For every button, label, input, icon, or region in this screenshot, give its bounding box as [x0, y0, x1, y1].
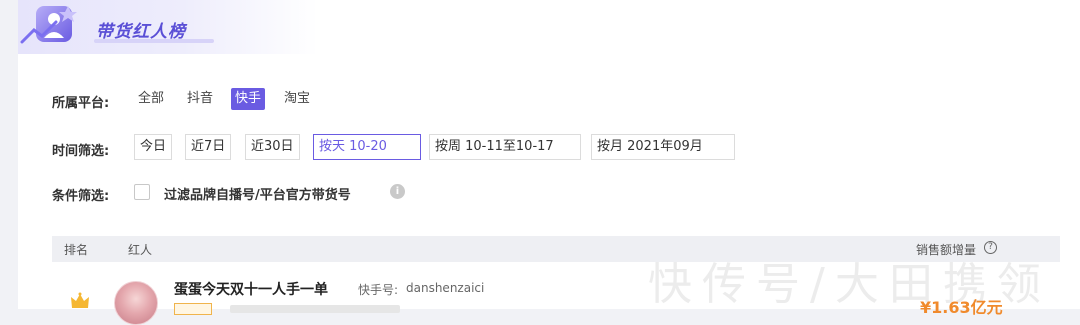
- sales-amount: ¥1.63亿元: [920, 298, 1003, 317]
- column-streamer: 红人: [128, 243, 153, 257]
- crown-icon: [71, 292, 89, 308]
- filter-brand-checkbox-label[interactable]: 过滤品牌自播号/平台官方带货号: [164, 184, 351, 203]
- platform-option-douyin[interactable]: 抖音: [183, 88, 217, 110]
- streamer-tag: [174, 303, 212, 315]
- platform-filter-label: 所属平台:: [52, 96, 110, 111]
- streamer-name[interactable]: 蛋蛋今天双十一人手一单: [174, 279, 328, 299]
- platform-option-kuaishou[interactable]: 快手: [231, 88, 266, 110]
- platform-option-all[interactable]: 全部: [134, 88, 168, 110]
- time-option-7days[interactable]: 近7日: [185, 134, 232, 160]
- platform-option-taobao[interactable]: 淘宝: [280, 88, 314, 110]
- streamer-meta: [230, 305, 400, 313]
- trend-logo-icon: [20, 6, 77, 44]
- platform-id: danshenzaici: [406, 281, 485, 295]
- time-option-30days[interactable]: 近30日: [245, 134, 300, 160]
- time-option-by-week[interactable]: 按周 10-11至10-17: [429, 134, 581, 160]
- title-underline: [94, 39, 214, 43]
- time-option-by-day[interactable]: 按天 10-20: [313, 134, 421, 160]
- platform-id-label: 快手号:: [358, 283, 399, 297]
- avatar[interactable]: [114, 281, 158, 325]
- time-option-today[interactable]: 今日: [134, 134, 173, 160]
- time-option-by-month[interactable]: 按月 2021年09月: [591, 134, 735, 160]
- time-filter-label: 时间筛选:: [52, 144, 110, 159]
- filter-brand-checkbox[interactable]: [134, 184, 150, 200]
- condition-filter-label: 条件筛选:: [52, 189, 110, 204]
- info-icon[interactable]: i: [390, 184, 405, 199]
- column-rank: 排名: [64, 243, 89, 257]
